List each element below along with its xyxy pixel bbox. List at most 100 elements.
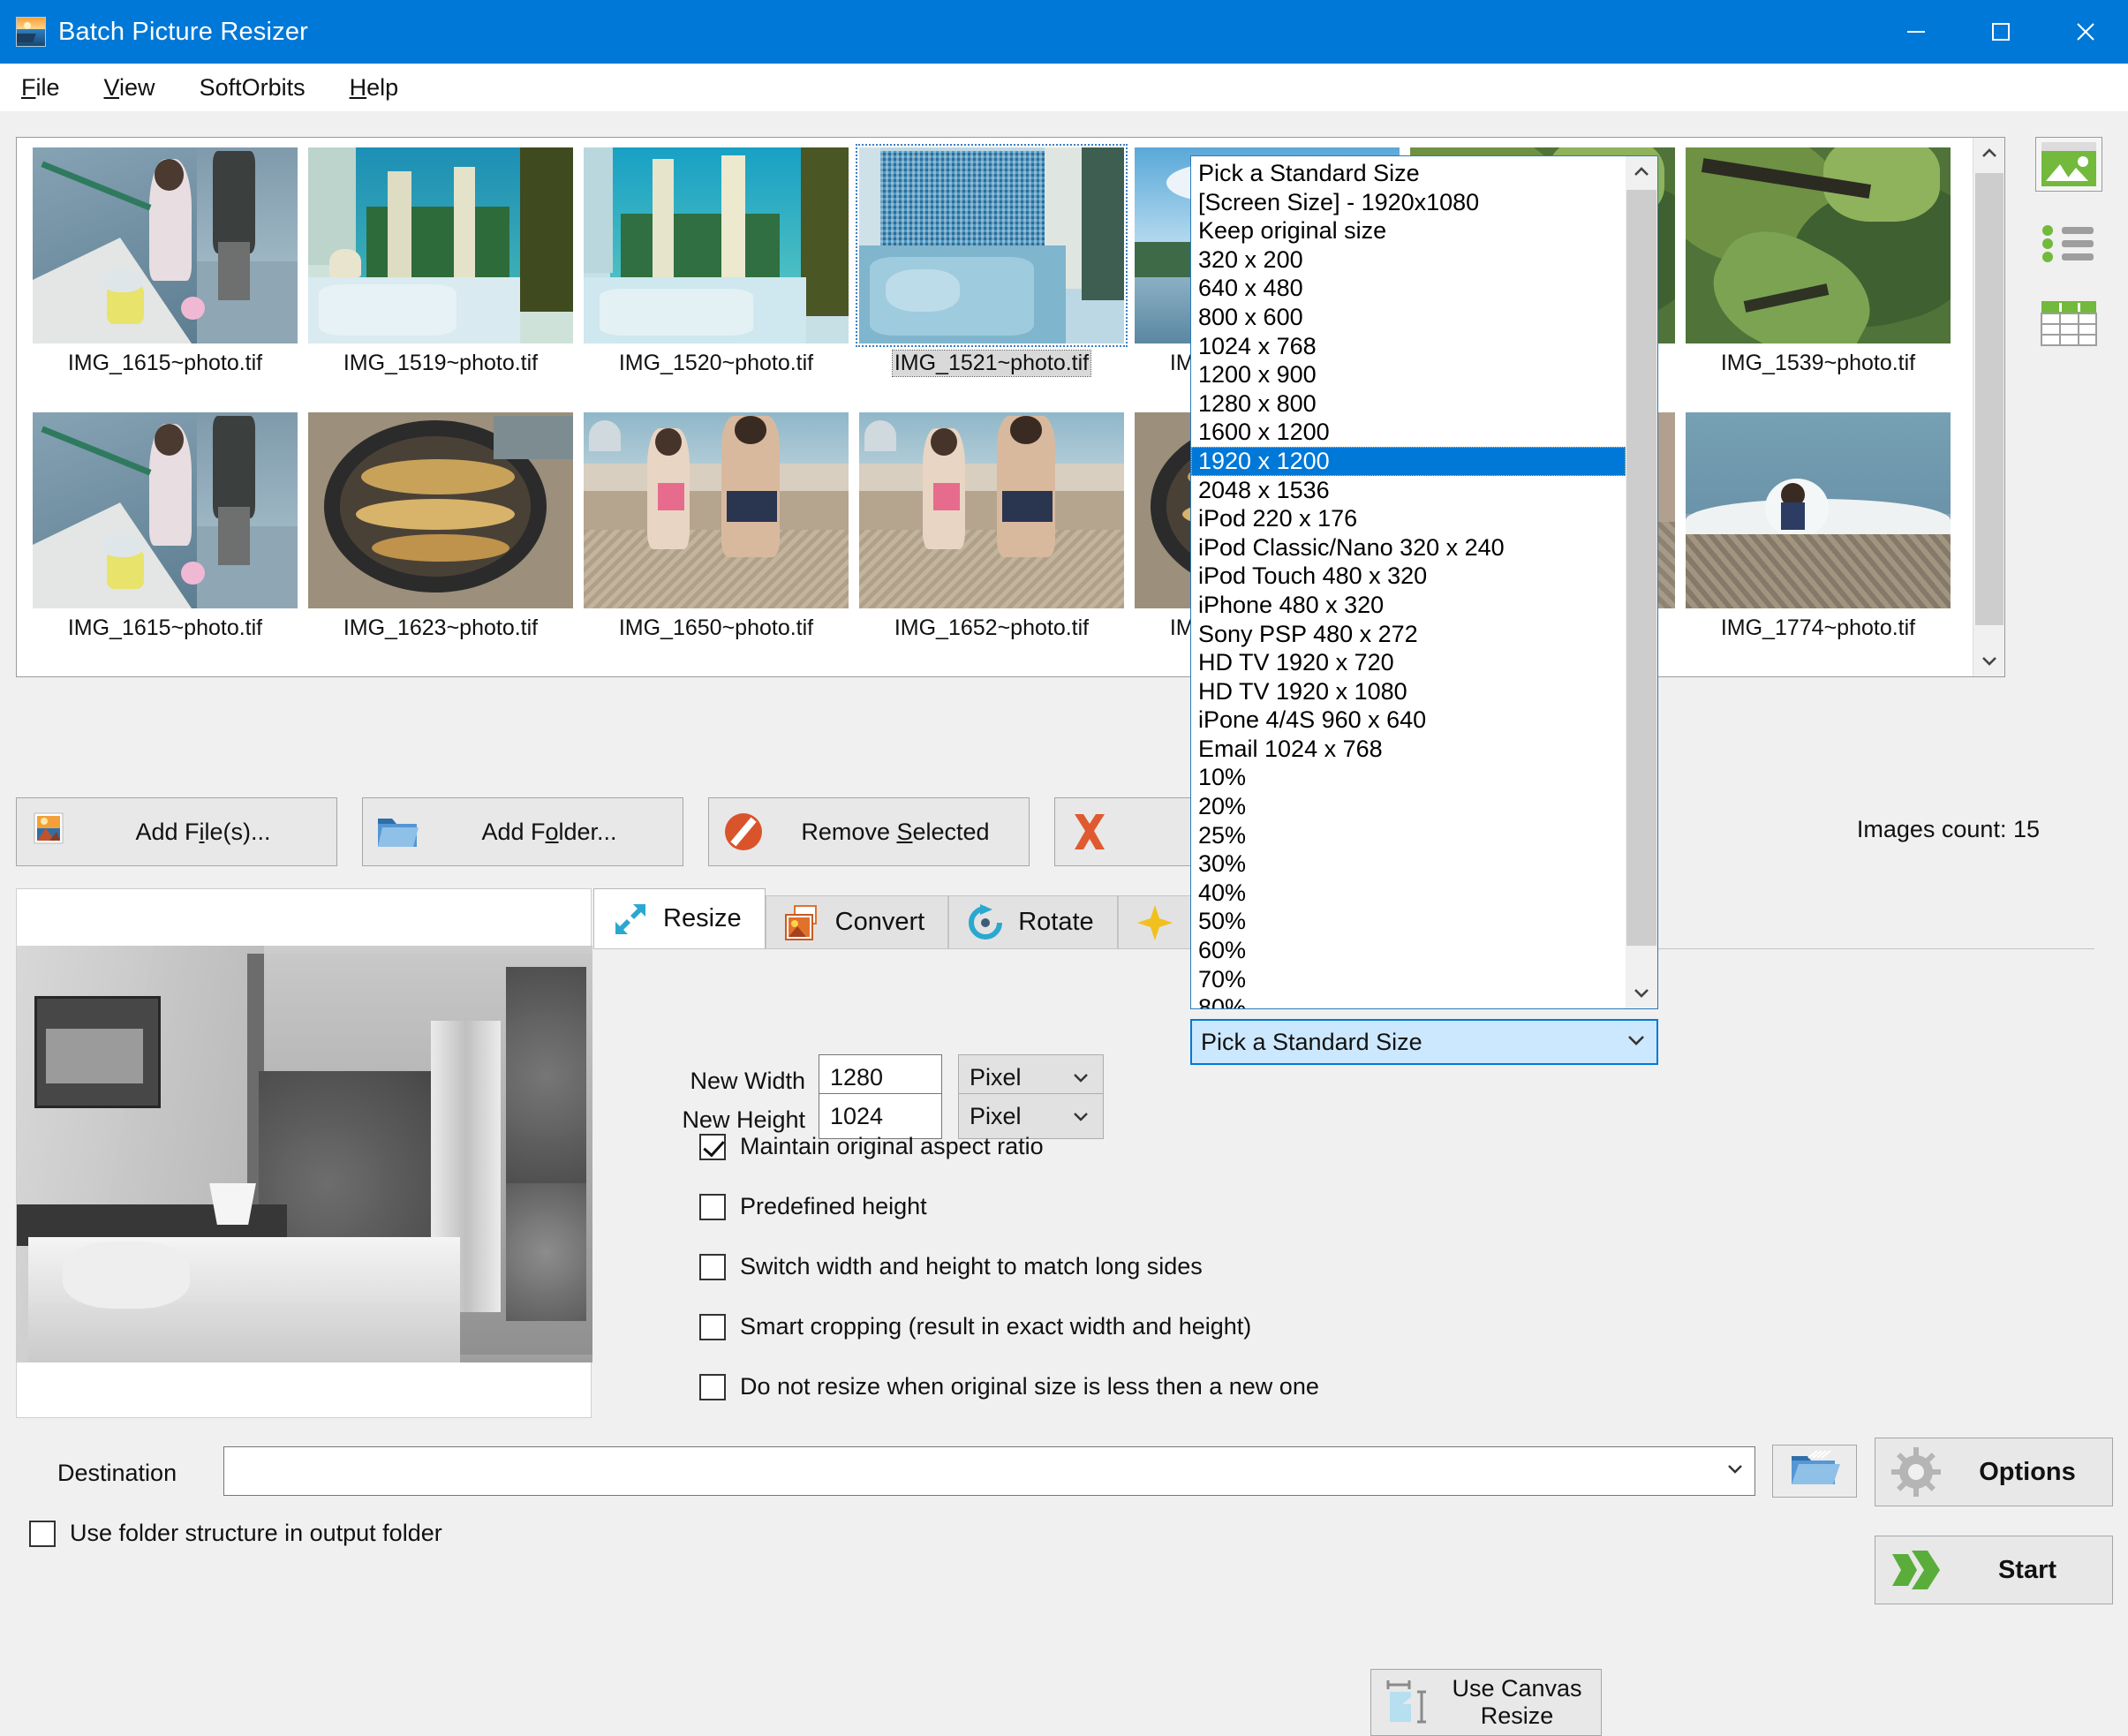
dropdown-option[interactable]: iPod 220 x 176: [1191, 504, 1626, 533]
menu-item-view[interactable]: View: [99, 71, 161, 105]
add-files-button[interactable]: Add File(s)...: [16, 797, 337, 866]
canvas-resize-icon: [1371, 1678, 1445, 1727]
thumbnail-row: IMG_1615~photo.tif IMG_1519~photo.tif IM…: [27, 144, 1973, 412]
dropdown-option[interactable]: Pick a Standard Size: [1191, 159, 1626, 188]
dropdown-option[interactable]: 60%: [1191, 936, 1626, 965]
checkbox-maintain-aspect-ratio[interactable]: Maintain original aspect ratio: [699, 1133, 1044, 1160]
thumbnail-item[interactable]: IMG_1519~photo.tif: [303, 147, 578, 412]
tab-convert[interactable]: Convert: [765, 895, 949, 948]
resize-arrows-icon: [610, 899, 651, 940]
dropdown-option[interactable]: 1920 x 1200: [1191, 446, 1626, 476]
dropdown-option[interactable]: 1024 x 768: [1191, 332, 1626, 361]
menu-file-rest: ile: [35, 73, 60, 101]
start-label: Start: [1997, 1555, 2057, 1584]
dropdown-option[interactable]: 640 x 480: [1191, 274, 1626, 303]
dropdown-option[interactable]: [Screen Size] - 1920x1080: [1191, 188, 1626, 217]
scroll-up-icon[interactable]: [1973, 138, 2004, 170]
standard-size-combo[interactable]: Pick a Standard Size: [1190, 1019, 1658, 1065]
tab-resize-label: Resize: [663, 904, 742, 932]
dropdown-option[interactable]: HD TV 1920 x 720: [1191, 648, 1626, 677]
title-bar: Batch Picture Resizer: [0, 0, 2128, 64]
dropdown-option[interactable]: iPhone 480 x 320: [1191, 591, 1626, 620]
thumbnail-view-button[interactable]: [2035, 137, 2102, 192]
checkbox-do-not-resize-smaller[interactable]: Do not resize when original size is less…: [699, 1373, 1319, 1400]
dropdown-option[interactable]: 2048 x 1536: [1191, 476, 1626, 505]
image-list-panel[interactable]: IMG_1615~photo.tif IMG_1519~photo.tif IM…: [16, 137, 2005, 677]
scrollbar-thumb[interactable]: [1626, 190, 1656, 946]
dropdown-option[interactable]: 20%: [1191, 792, 1626, 821]
dropdown-option[interactable]: Keep original size: [1191, 216, 1626, 245]
menu-item-softorbits[interactable]: SoftOrbits: [194, 71, 311, 105]
dropdown-option[interactable]: HD TV 1920 x 1080: [1191, 677, 1626, 706]
thumbnail-item[interactable]: IMG_1623~photo.tif: [303, 412, 578, 676]
thumbnail-item[interactable]: IMG_1615~photo.tif: [27, 147, 303, 412]
thumbnail-item[interactable]: IMG_1520~photo.tif: [578, 147, 854, 412]
checkbox-label: Smart cropping (result in exact width an…: [740, 1313, 1252, 1340]
red-x-icon: [1055, 809, 1124, 855]
browse-folder-button[interactable]: [1772, 1445, 1857, 1498]
options-button[interactable]: Options: [1875, 1438, 2113, 1506]
thumbnail-filename: IMG_1539~photo.tif: [1720, 351, 1916, 375]
dropdown-option[interactable]: 50%: [1191, 907, 1626, 936]
dropdown-option[interactable]: 40%: [1191, 879, 1626, 908]
dropdown-scrollbar[interactable]: [1626, 156, 1657, 1008]
image-list-scrollbar[interactable]: [1973, 138, 2004, 676]
standard-size-dropdown-list[interactable]: Pick a Standard Size [Screen Size] - 1920…: [1190, 155, 1658, 1009]
dropdown-option[interactable]: 1200 x 900: [1191, 360, 1626, 389]
start-button[interactable]: Start: [1875, 1536, 2113, 1604]
minimize-button[interactable]: [1874, 0, 1958, 64]
details-view-button[interactable]: [2035, 296, 2102, 351]
maximize-button[interactable]: [1958, 0, 2043, 64]
no-entry-icon: [709, 811, 778, 853]
list-view-button[interactable]: [2035, 216, 2102, 271]
checkbox-smart-cropping[interactable]: Smart cropping (result in exact width an…: [699, 1313, 1251, 1340]
menu-item-help[interactable]: Help: [344, 71, 404, 105]
dropdown-option[interactable]: 80%: [1191, 993, 1626, 1008]
scroll-down-icon[interactable]: [1973, 645, 2004, 676]
thumbnail-filename: IMG_1615~photo.tif: [67, 351, 263, 375]
client-area: IMG_1615~photo.tif IMG_1519~photo.tif IM…: [0, 111, 2128, 1736]
new-width-unit-value: Pixel: [970, 1063, 1022, 1091]
checkbox-predefined-height[interactable]: Predefined height: [699, 1193, 927, 1220]
thumbnail-item[interactable]: IMG_1774~photo.tif: [1680, 412, 1956, 676]
destination-label: Destination: [57, 1460, 177, 1486]
dropdown-option[interactable]: 30%: [1191, 849, 1626, 879]
thumbnail-item[interactable]: IMG_1521~photo.tif: [854, 144, 1129, 412]
thumbnail-item[interactable]: IMG_1539~photo.tif: [1680, 147, 1956, 412]
remove-selected-button[interactable]: Remove Selected: [708, 797, 1030, 866]
thumbnail-filename: IMG_1650~photo.tif: [618, 615, 814, 640]
destination-combo[interactable]: [223, 1446, 1755, 1496]
checkbox-use-folder-structure[interactable]: Use folder structure in output folder: [29, 1520, 442, 1547]
use-canvas-resize-button[interactable]: Use Canvas Resize: [1370, 1669, 1602, 1736]
dropdown-option[interactable]: 70%: [1191, 965, 1626, 994]
thumbnail-item[interactable]: IMG_1652~photo.tif: [854, 412, 1129, 676]
close-button[interactable]: [2043, 0, 2128, 64]
dropdown-option[interactable]: 1280 x 800: [1191, 389, 1626, 419]
scrollbar-thumb[interactable]: [1975, 173, 2003, 625]
checkbox-box: [699, 1253, 726, 1280]
tab-resize[interactable]: Resize: [593, 888, 766, 948]
scroll-down-icon[interactable]: [1626, 977, 1657, 1008]
dropdown-option[interactable]: iPod Touch 480 x 320: [1191, 562, 1626, 591]
dropdown-option[interactable]: iPod Classic/Nano 320 x 240: [1191, 533, 1626, 562]
checkbox-label: Switch width and height to match long si…: [740, 1253, 1203, 1279]
menu-item-file[interactable]: File: [16, 71, 65, 105]
thumbnail-item[interactable]: IMG_1615~photo.tif: [27, 412, 303, 676]
checkbox-label: Use folder structure in output folder: [70, 1520, 442, 1546]
dropdown-option[interactable]: iPone 4/4S 960 x 640: [1191, 706, 1626, 735]
thumbnail-image: [1686, 412, 1951, 608]
checkbox-switch-width-height[interactable]: Switch width and height to match long si…: [699, 1253, 1203, 1280]
dropdown-option[interactable]: 1600 x 1200: [1191, 418, 1626, 447]
dropdown-option[interactable]: Email 1024 x 768: [1191, 735, 1626, 764]
add-folder-button[interactable]: Add Folder...: [362, 797, 683, 866]
scroll-up-icon[interactable]: [1626, 156, 1657, 188]
thumbnail-item[interactable]: IMG_1650~photo.tif: [578, 412, 854, 676]
dropdown-option[interactable]: 320 x 200: [1191, 245, 1626, 275]
dropdown-option[interactable]: 10%: [1191, 763, 1626, 792]
checkbox-box: [699, 1373, 726, 1400]
dropdown-option[interactable]: 800 x 600: [1191, 303, 1626, 332]
dropdown-option[interactable]: Sony PSP 480 x 272: [1191, 620, 1626, 649]
dropdown-option[interactable]: 25%: [1191, 821, 1626, 850]
checkbox-box: [29, 1520, 56, 1547]
tab-rotate[interactable]: Rotate: [948, 895, 1118, 948]
